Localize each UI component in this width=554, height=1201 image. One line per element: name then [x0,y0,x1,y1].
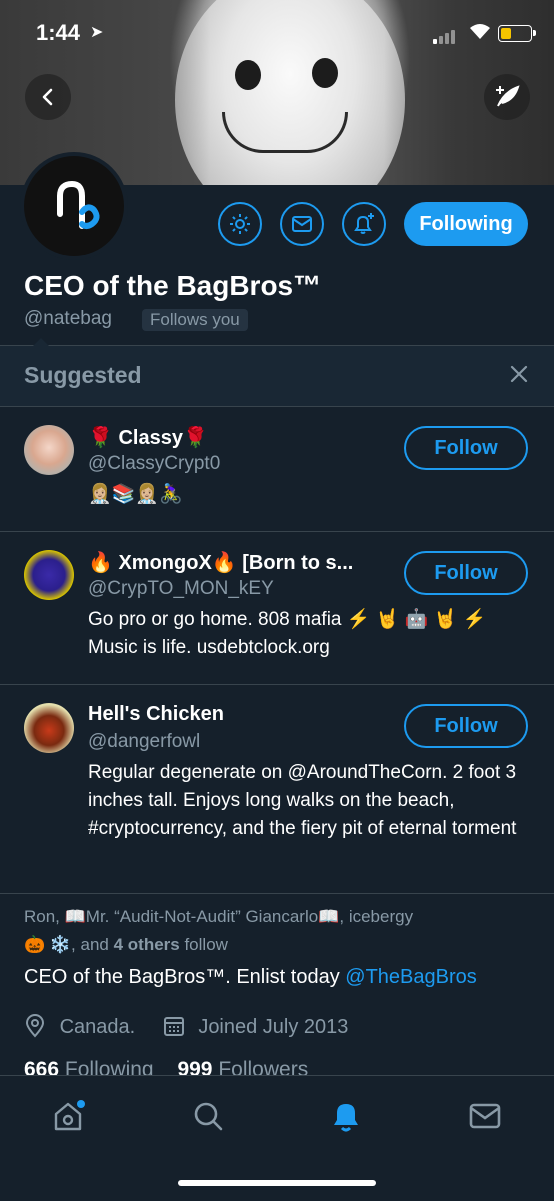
followers-you-know[interactable]: Ron, 📖Mr. “Audit-Not-Audit” Giancarlo📖, … [24,903,534,959]
user-bio: 👩🏼‍⚕️📚👩🏼‍⚕️🚴‍♀️ [88,484,183,505]
banner-eye-right [312,58,338,88]
user-name: 🔥 XmongoX🔥 [Born to s... [88,552,354,574]
user-bio: Go pro or go home. 808 mafia ⚡️ 🤘 🤖 🤘 ⚡️… [88,609,487,658]
profile-handle: @natebag [24,308,112,329]
user-handle: @CrypTO_MON_kEY [88,578,274,599]
profile-meta: Canada. Joined July 2013 [24,1014,534,1039]
settings-button[interactable] [218,202,262,246]
bio-text: CEO of the BagBros™. Enlist today [24,966,346,988]
divider [0,893,554,894]
search-icon [194,1102,223,1131]
user-avatar[interactable] [24,550,74,600]
compose-tweet-button[interactable] [484,74,530,120]
suggested-header: Suggested [0,346,554,406]
home-indicator[interactable] [178,1180,376,1186]
bagbros-logo-icon [57,180,100,229]
profile-avatar[interactable] [20,152,128,260]
user-avatar[interactable] [24,425,74,475]
following-button[interactable]: Following [404,202,528,246]
joined-text: Joined July 2013 [198,1016,349,1038]
followers-context-line1: Ron, 📖Mr. “Audit-Not-Audit” Giancarlo📖, … [24,907,414,926]
context-suffix: follow [179,935,228,954]
suggested-user-item[interactable]: 🔥 XmongoX🔥 [Born to s... @CrypTO_MON_kEY… [0,532,554,684]
profile-name: CEO of the BagBros™ [24,270,322,301]
status-time: 1:44 [36,20,81,45]
follow-button[interactable]: Follow [404,704,528,748]
follows-you-badge: Follows you [142,309,248,331]
user-bio: Regular degenerate on @AroundTheCorn. 2 … [88,762,517,839]
notifications-toggle-button[interactable] [342,202,386,246]
followers-context-line2: 🎃 ❄️, and 4 others follow [24,931,534,959]
follow-button[interactable]: Follow [404,551,528,595]
bell-icon [334,1104,358,1132]
calendar-icon [163,1017,184,1036]
user-handle: @ClassyCrypt0 [88,453,221,474]
location-arrow-icon: ➤ [90,24,104,41]
banner-eye-left [235,60,261,90]
tab-notifications[interactable] [326,1096,366,1136]
tab-home[interactable] [48,1096,88,1136]
gear-icon [230,214,250,234]
profile-bio: CEO of the BagBros™. Enlist today @TheBa… [24,966,534,989]
message-button[interactable] [280,202,324,246]
suggested-title: Suggested [24,362,142,388]
back-button[interactable] [25,74,71,120]
context-others-count: 4 others [113,935,180,954]
close-icon[interactable] [509,364,529,384]
follow-button[interactable]: Follow [404,426,528,470]
user-avatar[interactable] [24,703,74,753]
suggested-user-item[interactable]: 🌹 Classy🌹 @ClassyCrypt0 👩🏼‍⚕️📚👩🏼‍⚕️🚴‍♀️ … [0,407,554,531]
user-name: Hell's Chicken [88,703,224,725]
wifi-icon [470,24,490,39]
bell-plus-icon [354,213,374,234]
context-prefix: 🎃 ❄️, and [24,935,114,954]
battery-icon [498,25,536,42]
user-name: 🌹 Classy🌹 [88,427,208,449]
location-text: Canada. [59,1016,136,1038]
home-icon [54,1100,85,1131]
cellular-signal-icon [433,26,457,44]
bio-link[interactable]: @TheBagBros [345,966,476,988]
user-handle: @dangerfowl [88,731,201,752]
location-pin-icon [25,1014,45,1038]
tab-search[interactable] [188,1096,228,1136]
tab-messages[interactable] [465,1096,505,1136]
chevron-left-icon [42,88,53,106]
envelope-icon [292,216,312,232]
suggested-user-item[interactable]: Hell's Chicken @dangerfowl Regular degen… [0,685,554,893]
envelope-icon [469,1103,501,1129]
status-bar: 1:44 ➤ [0,0,554,60]
compose-feather-icon [496,85,520,107]
